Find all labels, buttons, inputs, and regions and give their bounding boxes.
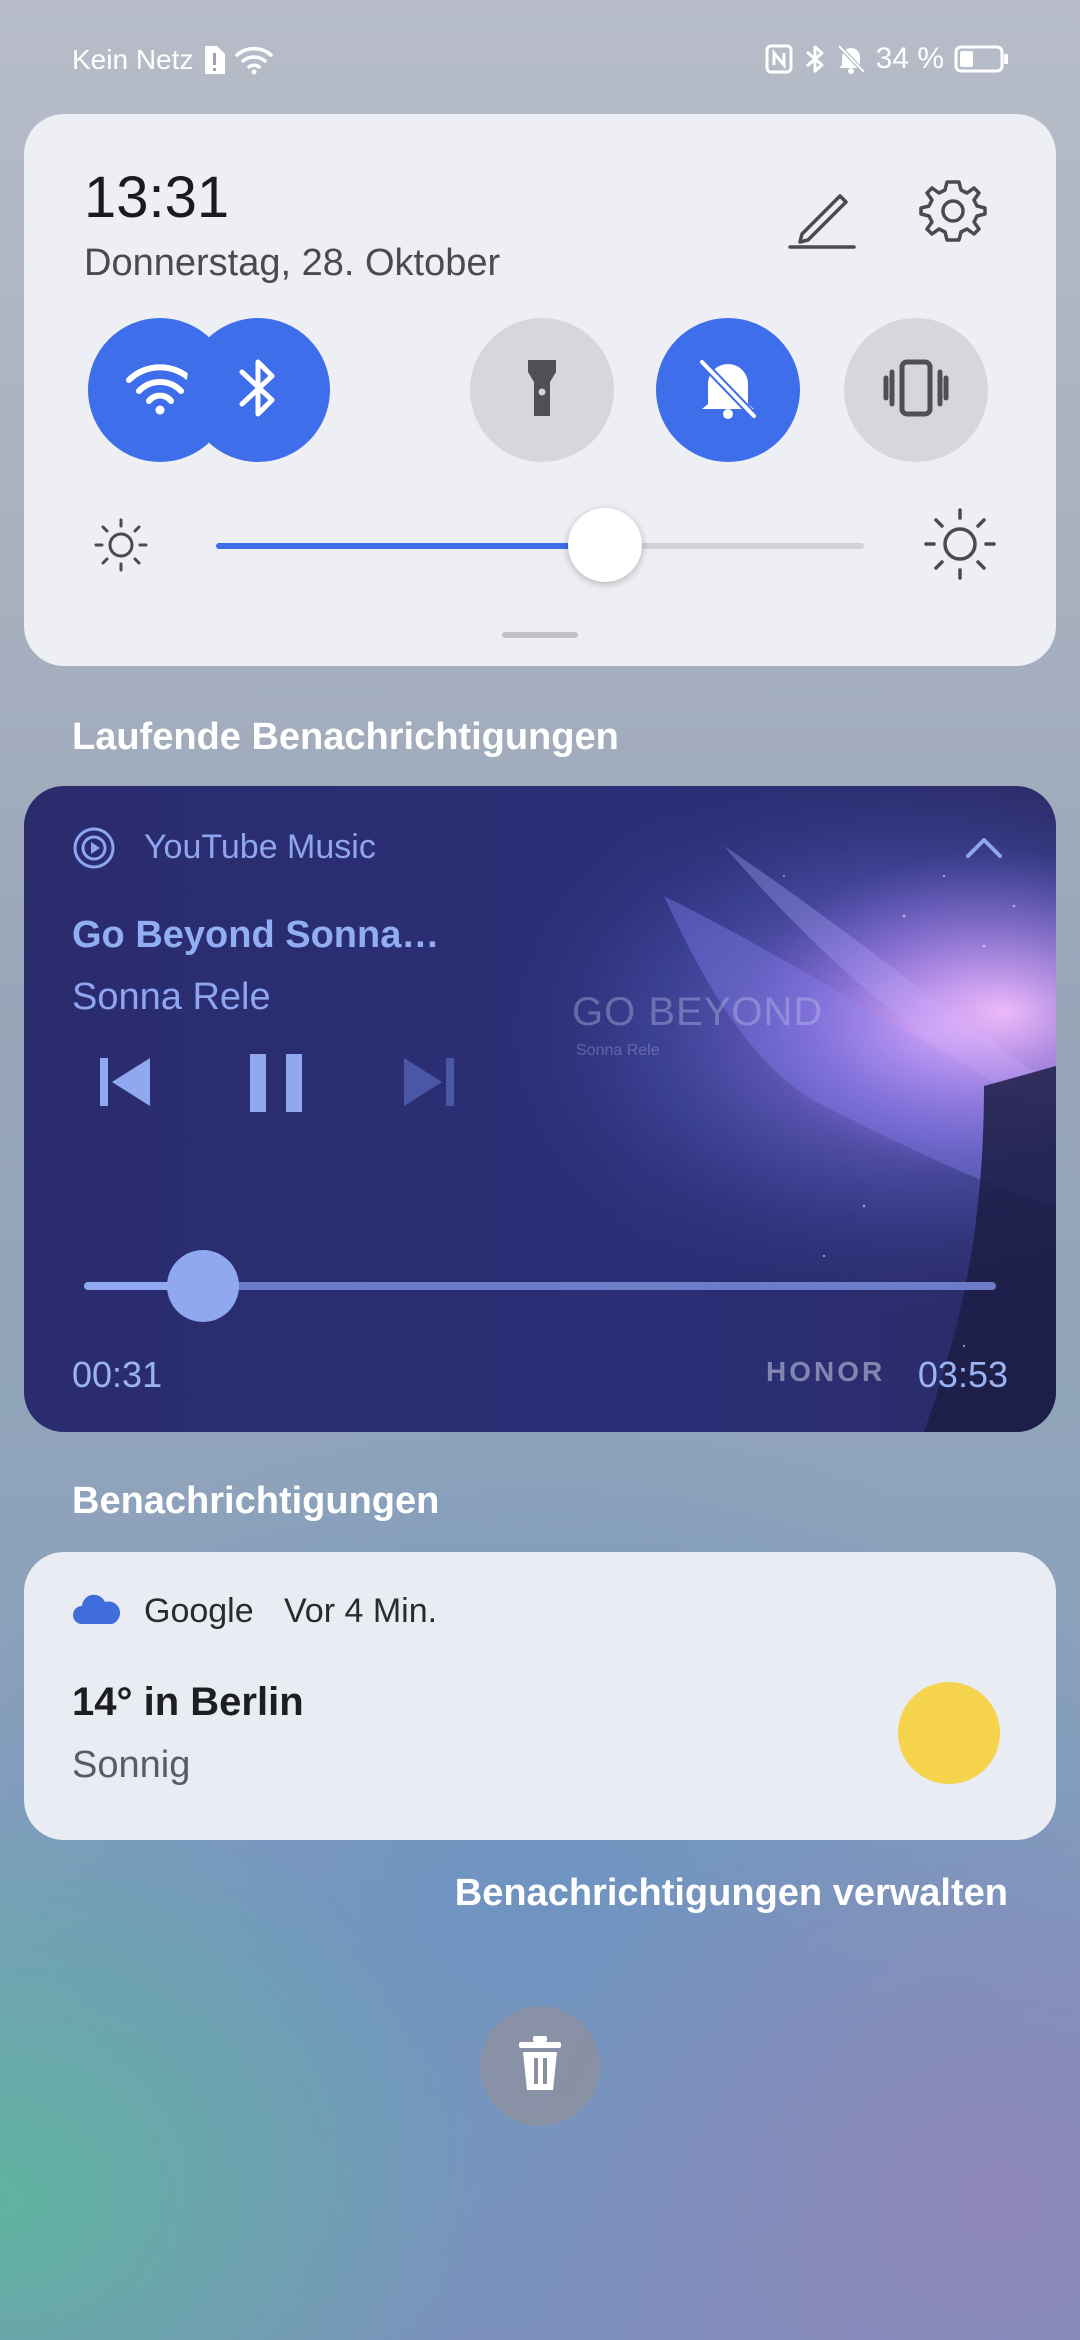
carrier-label: Kein Netz	[72, 44, 194, 75]
weather-notification[interactable]: Google Vor 4 Min. 14° in Berlin Sonnig	[24, 1552, 1056, 1840]
brightness-fill	[216, 543, 605, 549]
notification-app-name: Google	[144, 1592, 254, 1630]
clock: 13:31	[84, 165, 230, 230]
bluetooth-icon	[804, 43, 826, 75]
media-app-name: YouTube Music	[144, 828, 376, 866]
bell-off-icon	[694, 354, 762, 427]
battery-icon	[954, 44, 1010, 74]
previous-track-button[interactable]	[88, 1046, 160, 1118]
cloud-icon	[72, 1592, 121, 1628]
chevron-up-icon[interactable]	[960, 830, 1008, 866]
track-artist: Sonna Rele	[72, 976, 271, 1018]
youtube-music-icon	[72, 826, 116, 870]
vibration-toggle[interactable]	[844, 318, 988, 462]
album-art-brand: HONOR	[766, 1356, 886, 1387]
battery-label: 34 %	[875, 42, 944, 75]
trash-icon	[515, 2034, 565, 2099]
brightness-thumb[interactable]	[567, 508, 642, 582]
notification-title: 14° in Berlin	[72, 1680, 304, 1724]
flashlight-toggle[interactable]	[470, 318, 614, 462]
notifications-section-title: Benachrichtigungen	[72, 1480, 440, 1522]
skip-next-icon	[394, 1058, 466, 1122]
flashlight-icon	[522, 354, 562, 427]
panel-drag-handle[interactable]	[502, 632, 578, 638]
sim-alert-icon	[201, 44, 227, 76]
settings-gear-icon[interactable]	[912, 170, 994, 252]
brightness-high-icon	[920, 504, 1000, 584]
vibrate-icon	[882, 358, 950, 423]
wifi-icon	[125, 360, 195, 421]
next-track-button[interactable]	[394, 1046, 466, 1118]
track-duration: 03:53	[917, 1354, 1008, 1395]
media-progress-thumb[interactable]	[166, 1250, 239, 1322]
album-art	[24, 786, 1056, 1432]
current-time: 00:31	[72, 1354, 163, 1395]
bluetooth-toggle[interactable]	[186, 318, 330, 462]
edit-pencil-icon[interactable]	[782, 174, 862, 254]
nfc-icon	[764, 43, 794, 75]
skip-previous-icon	[88, 1058, 160, 1122]
mute-icon	[836, 43, 866, 75]
brightness-slider[interactable]	[216, 543, 864, 549]
brightness-low-icon	[88, 512, 154, 578]
sun-icon	[898, 1682, 1000, 1784]
album-art-title: GO BEYOND	[572, 990, 824, 1034]
track-title: Go Beyond Sonna…	[72, 914, 440, 956]
media-player-card[interactable]: GO BEYOND Sonna Rele YouTube Music Go Be…	[24, 786, 1056, 1432]
bluetooth-icon	[236, 354, 280, 427]
status-left: Kein Netz	[72, 44, 275, 76]
notification-time: Vor 4 Min.	[284, 1592, 438, 1630]
ongoing-section-title: Laufende Benachrichtigungen	[72, 716, 619, 758]
album-art-subtitle: Sonna Rele	[576, 1042, 660, 1059]
manage-notifications-link[interactable]: Benachrichtigungen verwalten	[455, 1872, 1008, 1915]
notification-body: Sonnig	[72, 1744, 191, 1786]
date: Donnerstag, 28. Oktober	[84, 242, 501, 284]
pause-icon	[240, 1054, 312, 1122]
clear-all-button[interactable]	[480, 2006, 600, 2126]
status-right: 34 %	[764, 42, 1010, 76]
wifi-icon	[235, 44, 275, 76]
status-bar: Kein Netz 34 %	[0, 0, 1080, 120]
silent-toggle[interactable]	[656, 318, 800, 462]
quick-settings-panel: 13:31 Donnerstag, 28. Oktober	[24, 114, 1056, 666]
pause-button[interactable]	[240, 1046, 312, 1118]
